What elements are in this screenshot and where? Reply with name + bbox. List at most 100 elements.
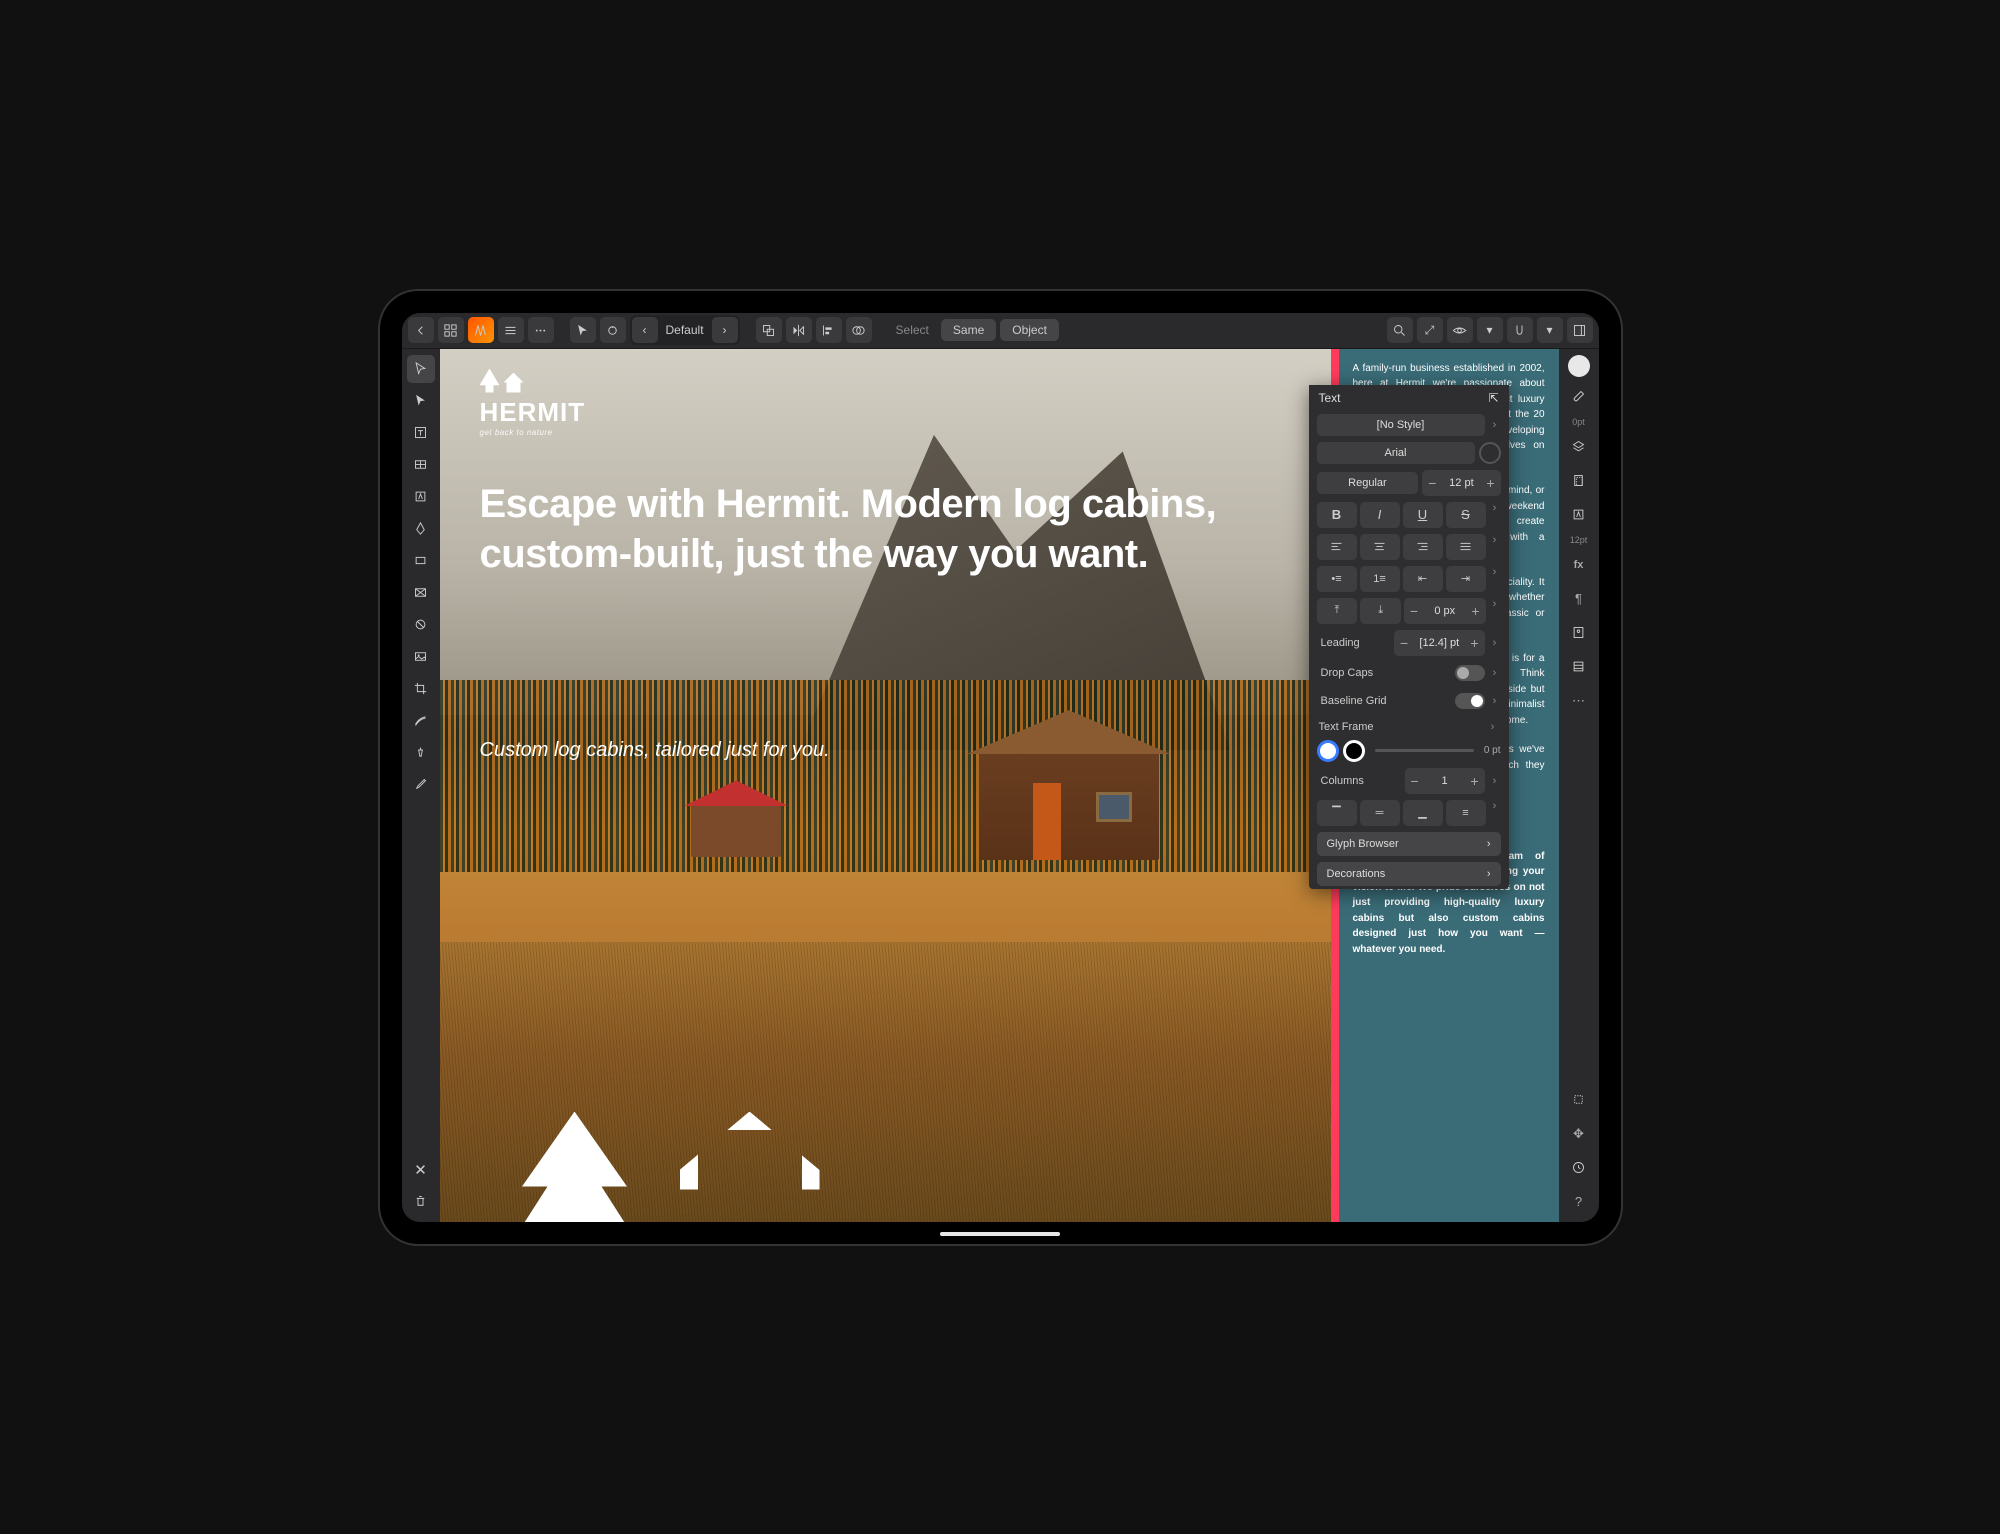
numbered-list-button[interactable]: 1≡ <box>1360 566 1400 592</box>
chevron-right-icon[interactable]: › <box>1489 800 1501 826</box>
assets-panel-icon[interactable] <box>1565 619 1593 647</box>
zoom-fit-icon[interactable]: ⤢ <box>1417 317 1443 343</box>
paragraph-style-selector[interactable]: [No Style] <box>1317 414 1485 436</box>
preview-icon[interactable] <box>1447 317 1473 343</box>
glyph-browser-button[interactable]: Glyph Browser› <box>1317 832 1501 856</box>
font-weight-selector[interactable]: Regular <box>1317 472 1419 494</box>
move-tool-icon[interactable] <box>570 317 596 343</box>
chevron-right-icon[interactable]: › <box>1489 534 1501 560</box>
align-right-button[interactable] <box>1403 534 1443 560</box>
character-panel-icon[interactable] <box>1565 501 1593 529</box>
fields-panel-icon[interactable] <box>1565 653 1593 681</box>
zoom-icon[interactable] <box>1387 317 1413 343</box>
italic-button[interactable]: I <box>1360 502 1400 528</box>
brush-panel-icon[interactable] <box>1565 383 1593 411</box>
trash-icon[interactable] <box>407 1188 435 1216</box>
align-left-button[interactable] <box>1317 534 1357 560</box>
rectangle-tool[interactable] <box>407 547 435 575</box>
indent-button[interactable]: ⇥ <box>1446 566 1486 592</box>
navigator-panel-icon[interactable]: ✥ <box>1565 1120 1593 1148</box>
frame-align-justify-button[interactable]: ≡ <box>1446 800 1486 826</box>
expand-icon[interactable]: ⇱ <box>1488 391 1498 405</box>
align-icon[interactable] <box>816 317 842 343</box>
font-family-selector[interactable]: Arial <box>1317 442 1475 464</box>
snap-opts-icon[interactable]: ▾ <box>1537 317 1563 343</box>
chevron-right-icon[interactable]: › <box>1489 502 1501 528</box>
headline-text[interactable]: Escape with Hermit. Modern log cabins, c… <box>480 479 1309 579</box>
chevron-right-icon[interactable]: › <box>712 317 738 343</box>
chevron-right-icon[interactable]: › <box>1489 598 1501 624</box>
underline-button[interactable]: U <box>1403 502 1443 528</box>
frame-align-middle-button[interactable]: ═ <box>1360 800 1400 826</box>
grid-icon[interactable] <box>438 317 464 343</box>
same-button[interactable]: Same <box>941 319 996 341</box>
ellipse-tool[interactable] <box>407 611 435 639</box>
pages-panel-icon[interactable] <box>1565 467 1593 495</box>
color-picker-tool[interactable] <box>407 771 435 799</box>
history-panel-icon[interactable] <box>1565 1154 1593 1182</box>
chevron-right-icon[interactable]: › <box>1489 419 1501 431</box>
crop-tool[interactable] <box>407 675 435 703</box>
move-tool[interactable] <box>407 355 435 383</box>
canvas-area[interactable]: HERMIT get back to nature Escape with He… <box>440 349 1559 1222</box>
baseline-grid-toggle[interactable] <box>1455 693 1485 709</box>
vector-brush-tool[interactable] <box>407 707 435 735</box>
effects-panel-icon[interactable]: fx <box>1565 551 1593 579</box>
place-image-tool[interactable] <box>407 643 435 671</box>
stroke-width-slider[interactable] <box>1375 749 1474 752</box>
chevron-left-icon[interactable]: ‹ <box>632 317 658 343</box>
transform-panel-icon[interactable] <box>1565 1086 1593 1114</box>
more-icon[interactable] <box>528 317 554 343</box>
boolean-icon[interactable] <box>846 317 872 343</box>
subheadline-text[interactable]: Custom log cabins, tailored just for you… <box>480 739 830 762</box>
preview-mode-icon[interactable]: ▾ <box>1477 317 1503 343</box>
panel-toggle-icon[interactable] <box>1567 317 1593 343</box>
help-icon[interactable]: ? <box>1565 1188 1593 1216</box>
app-icon[interactable] <box>468 317 494 343</box>
chevron-right-icon[interactable]: › <box>1489 667 1501 679</box>
chevron-right-icon[interactable]: › <box>1489 637 1501 649</box>
align-justify-button[interactable] <box>1446 534 1486 560</box>
picture-frame-tool[interactable] <box>407 579 435 607</box>
drop-caps-toggle[interactable] <box>1455 665 1485 681</box>
align-center-button[interactable] <box>1360 534 1400 560</box>
chevron-right-icon[interactable]: › <box>1489 695 1501 707</box>
indent-stepper[interactable]: −0 px+ <box>1404 598 1486 624</box>
arrange-icon[interactable] <box>756 317 782 343</box>
frame-align-top-button[interactable]: ▔ <box>1317 800 1357 826</box>
columns-stepper[interactable]: −1+ <box>1405 768 1485 794</box>
chevron-right-icon[interactable]: › <box>1489 566 1501 592</box>
preset-selector[interactable]: ‹ Default › <box>630 315 740 345</box>
close-icon[interactable]: ✕ <box>407 1156 435 1184</box>
decorations-button[interactable]: Decorations› <box>1317 862 1501 886</box>
snap-icon[interactable] <box>1507 317 1533 343</box>
bullet-list-button[interactable]: •≡ <box>1317 566 1357 592</box>
bold-button[interactable]: B <box>1317 502 1357 528</box>
table-tool[interactable] <box>407 451 435 479</box>
document-page-1[interactable]: HERMIT get back to nature Escape with He… <box>440 349 1339 1222</box>
strikethrough-button[interactable]: S <box>1446 502 1486 528</box>
layers-panel-icon[interactable] <box>1565 433 1593 461</box>
fill-swatch[interactable] <box>1317 740 1339 762</box>
node-tool[interactable] <box>407 387 435 415</box>
text-frame-tool[interactable] <box>407 419 435 447</box>
color-swatch[interactable] <box>1568 355 1590 377</box>
leading-stepper[interactable]: −[12.4] pt+ <box>1394 630 1484 656</box>
valign-bottom-button[interactable]: ⤓ <box>1360 598 1401 624</box>
font-color-swatch[interactable] <box>1479 442 1501 464</box>
chevron-right-icon[interactable]: › <box>1489 775 1501 787</box>
valign-top-button[interactable]: ⤒ <box>1317 598 1358 624</box>
fill-tool[interactable] <box>407 739 435 767</box>
outdent-button[interactable]: ⇤ <box>1403 566 1443 592</box>
styles-panel-icon[interactable]: ¶ <box>1565 585 1593 613</box>
more-studio-icon[interactable]: ⋯ <box>1565 687 1593 715</box>
flip-icon[interactable] <box>786 317 812 343</box>
pen-tool[interactable] <box>407 515 435 543</box>
artistic-text-tool[interactable] <box>407 483 435 511</box>
stroke-swatch[interactable] <box>1343 740 1365 762</box>
brush-tool-icon[interactable] <box>600 317 626 343</box>
object-button[interactable]: Object <box>1000 319 1059 341</box>
frame-align-bottom-button[interactable]: ▁ <box>1403 800 1443 826</box>
back-button[interactable] <box>408 317 434 343</box>
font-size-stepper[interactable]: −12 pt+ <box>1422 470 1500 496</box>
